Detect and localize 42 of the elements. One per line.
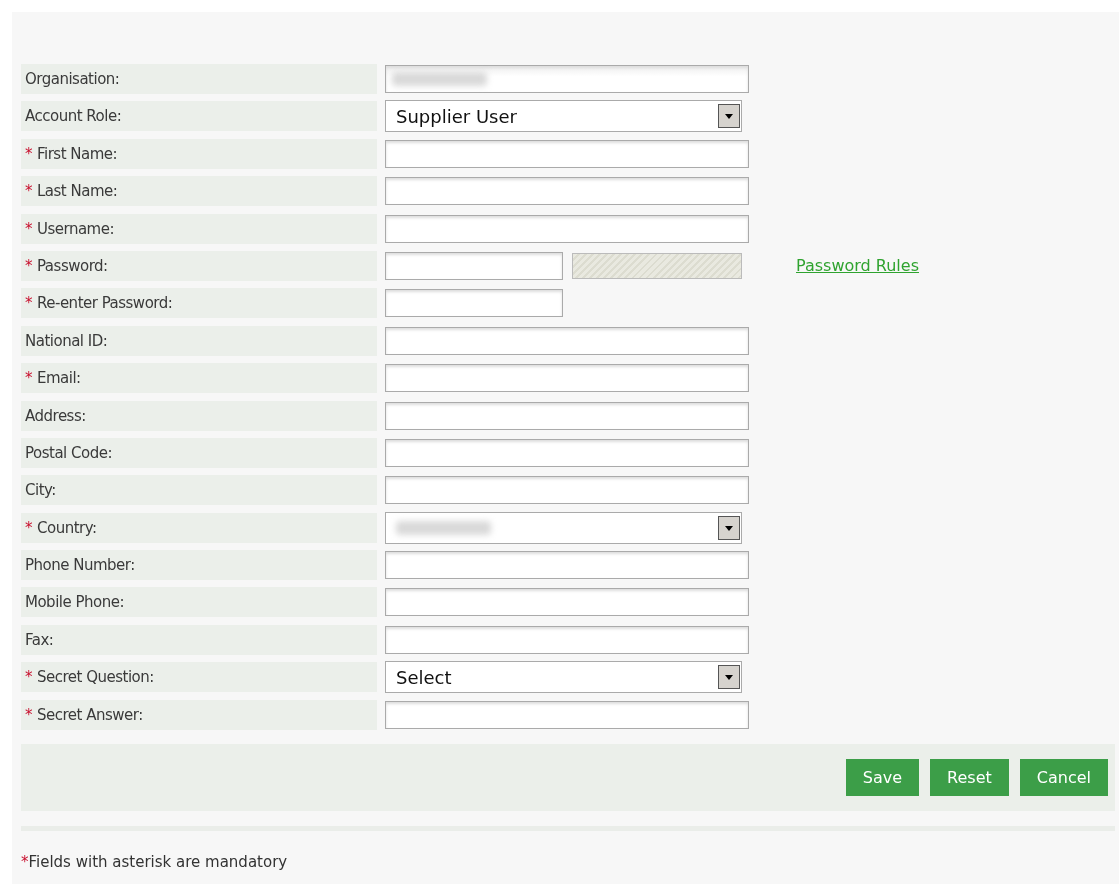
dropdown-caret-icon[interactable] <box>718 103 740 130</box>
input-field[interactable] <box>385 588 749 617</box>
field-label: * Username: <box>21 213 377 244</box>
field-label: * Secret Answer: <box>21 699 377 730</box>
input-field[interactable] <box>385 401 749 430</box>
dropdown[interactable]: Supplier User <box>385 100 742 133</box>
field-label: Phone Number: <box>21 550 377 581</box>
mandatory-note: *Fields with asterisk are mandatory <box>21 852 289 871</box>
input-field[interactable] <box>385 289 563 318</box>
dropdown[interactable]: Select <box>385 661 742 694</box>
password-rules-link[interactable]: Password Rules <box>796 256 919 276</box>
field-label: Mobile Phone: <box>21 587 377 618</box>
field-label: City: <box>21 475 377 506</box>
field-label: * Email: <box>21 363 377 394</box>
input-field[interactable] <box>385 476 749 505</box>
dropdown-caret-icon[interactable] <box>718 514 740 541</box>
field-label: Fax: <box>21 624 377 655</box>
input-field[interactable] <box>385 551 749 580</box>
save-button[interactable]: Save <box>845 758 920 796</box>
field-label: Account Role: <box>21 101 377 132</box>
input-field[interactable] <box>385 177 749 206</box>
field-label: * Secret Question: <box>21 662 377 693</box>
field-label: * Last Name: <box>21 176 377 207</box>
dropdown-caret-icon[interactable] <box>718 664 740 691</box>
input-field[interactable] <box>385 625 749 654</box>
field-label: Postal Code: <box>21 437 377 468</box>
field-label: * Country: <box>21 512 377 543</box>
password-field[interactable] <box>385 251 563 280</box>
input-field[interactable] <box>385 700 749 729</box>
input-field[interactable] <box>385 438 749 467</box>
reset-button[interactable]: Reset <box>930 758 1009 796</box>
field-label: * First Name: <box>21 138 377 169</box>
field-label: * Re-enter Password: <box>21 288 377 319</box>
field-label: Organisation: <box>21 64 377 94</box>
field-label: Address: <box>21 400 377 431</box>
input-field[interactable] <box>385 364 749 393</box>
cancel-button[interactable]: Cancel <box>1019 758 1108 796</box>
input-field[interactable] <box>385 326 749 355</box>
input-field[interactable] <box>385 214 749 243</box>
field-label: * Password: <box>21 250 377 281</box>
input-field[interactable] <box>385 139 749 168</box>
field-label: National ID: <box>21 325 377 356</box>
